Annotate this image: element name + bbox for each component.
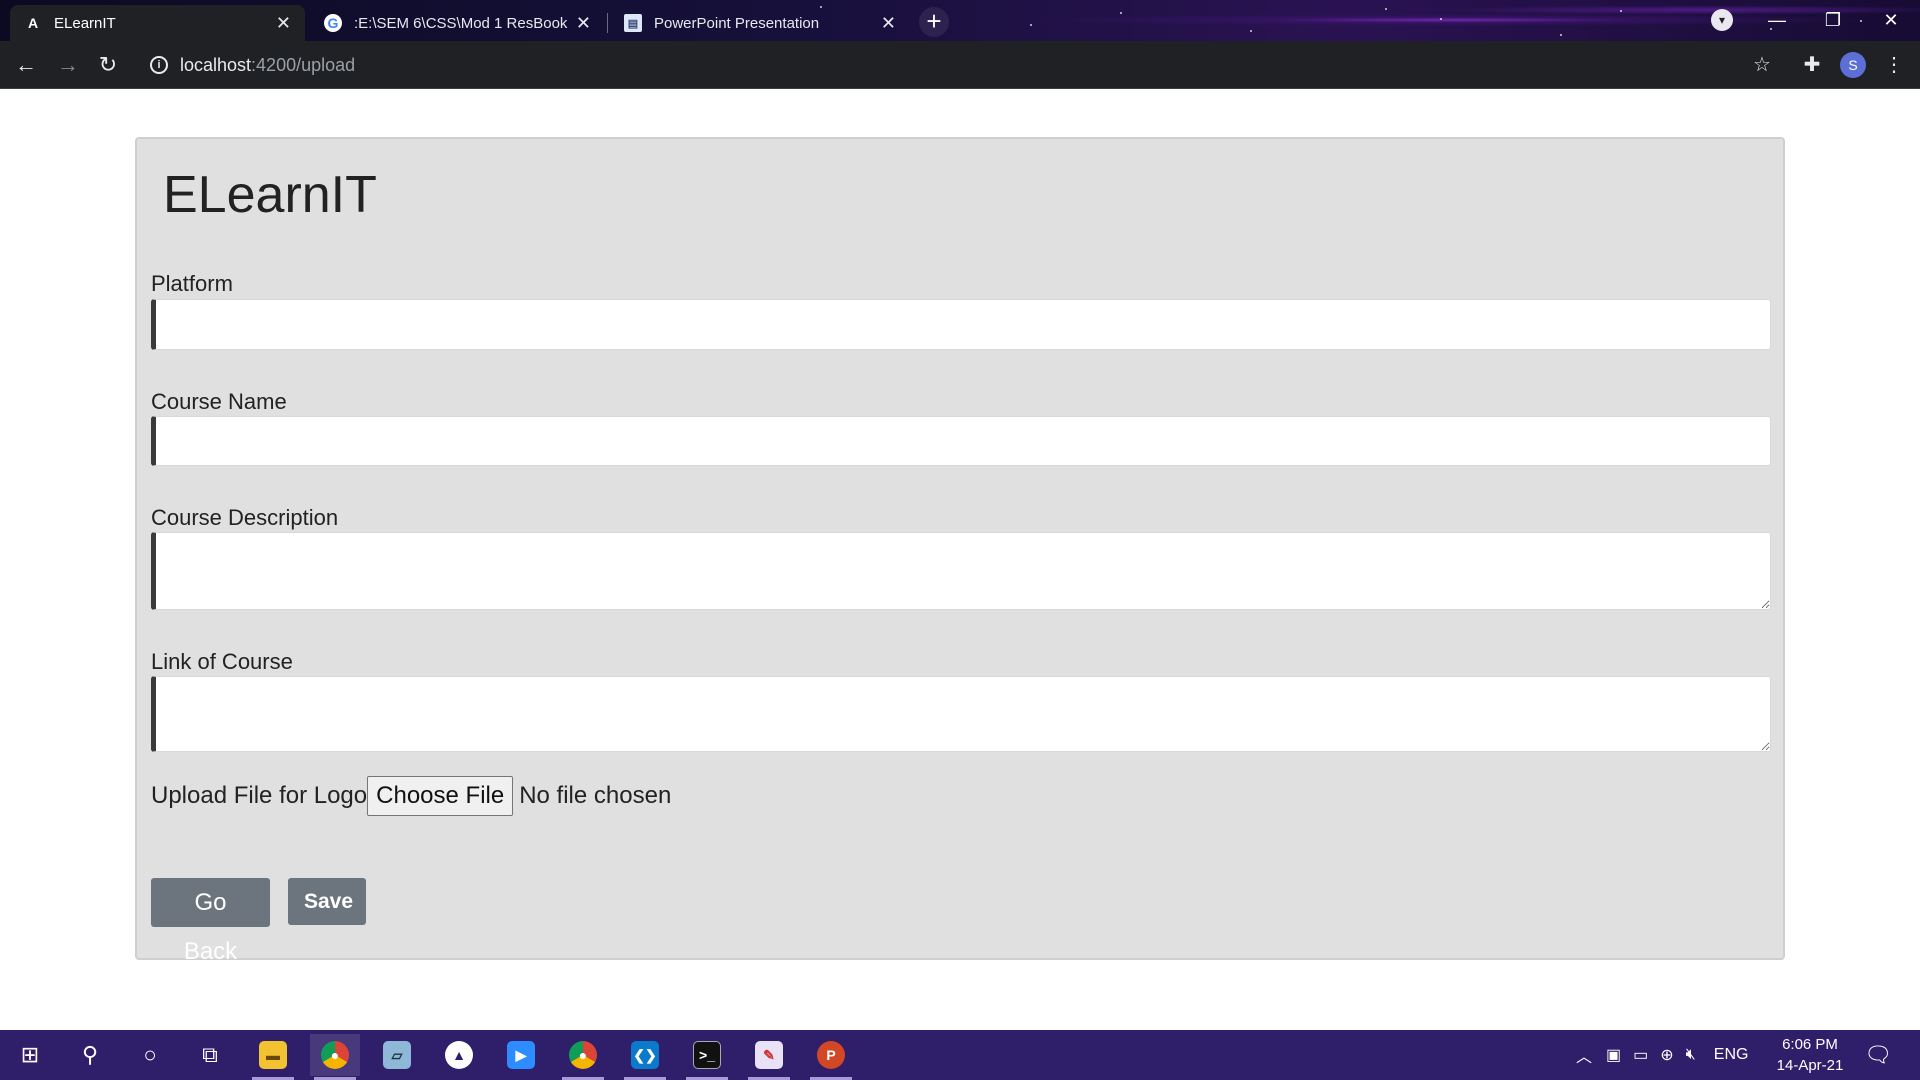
restore-icon[interactable]: ❐	[1818, 6, 1848, 34]
save-button[interactable]: Save	[288, 878, 366, 925]
close-icon[interactable]: ✕	[576, 13, 591, 34]
link-label: Link of Course	[151, 649, 293, 674]
tab-search-icon[interactable]: ▾	[1711, 9, 1733, 31]
chrome-icon[interactable]: ●	[310, 1034, 360, 1080]
photos-icon[interactable]: ▲	[434, 1034, 484, 1076]
tab-title: ELearnIT	[54, 14, 116, 32]
clock-time: 6:06 PM	[1782, 1036, 1838, 1053]
extensions-icon[interactable]: ✚	[1798, 51, 1826, 79]
go-back-button[interactable]: Go Back	[151, 878, 270, 965]
task-view-icon[interactable]: ⧉	[185, 1034, 235, 1076]
bookmark-star-icon[interactable]: ☆	[1748, 51, 1776, 79]
terminal-icon[interactable]: >_	[682, 1034, 732, 1080]
file-explorer-icon[interactable]: ▬	[248, 1034, 298, 1080]
tab-separator	[607, 13, 608, 33]
close-icon[interactable]: ✕	[881, 13, 896, 34]
search-icon[interactable]: ⚲	[65, 1034, 115, 1076]
paint-icon[interactable]: ✎	[744, 1034, 794, 1080]
reload-icon[interactable]: ↻	[94, 51, 122, 79]
tab-elearnit[interactable]: A ELearnIT ✕	[10, 5, 305, 41]
site-info-icon[interactable]: i	[150, 56, 168, 74]
menu-kebab-icon[interactable]: ⋮	[1880, 51, 1908, 79]
choose-file-button[interactable]: Choose File	[367, 776, 514, 816]
browser-tab-strip: A ELearnIT ✕ G :E:\SEM 6\CSS\Mod 1 ResBo…	[0, 0, 1920, 41]
notepad-icon[interactable]: ▱	[372, 1034, 422, 1076]
upload-label: Upload File for Logo	[151, 782, 368, 809]
document-icon: ▤	[624, 14, 642, 32]
chevron-up-icon[interactable]: ︿	[1576, 1043, 1592, 1067]
page-title: ELearnIT	[163, 166, 377, 224]
back-icon[interactable]: ←	[12, 51, 40, 79]
start-icon[interactable]: ⊞	[5, 1034, 55, 1076]
language-indicator[interactable]: ENG	[1714, 1046, 1749, 1064]
file-status-text: No file chosen	[519, 782, 672, 809]
platform-input[interactable]	[151, 299, 1771, 350]
chrome-icon[interactable]: ●	[558, 1034, 608, 1080]
forward-icon[interactable]: →	[54, 51, 82, 79]
tab-pdf[interactable]: G :E:\SEM 6\CSS\Mod 1 ResBook.pdf ✕	[310, 5, 605, 41]
meet-now-icon[interactable]: ▣	[1606, 1045, 1621, 1065]
browser-toolbar: ← → ↻ i localhost:4200/upload ☆ ✚ ⋮	[0, 41, 1920, 89]
url-host: localhost	[180, 54, 252, 75]
upload-row: Upload File for Logo Choose File No file…	[151, 776, 671, 816]
tab-title: :E:\SEM 6\CSS\Mod 1 ResBook.pdf	[354, 14, 568, 32]
system-tray: ︿ ▣ ▭ ⊕ 🔇︎ ENG	[1576, 1030, 1748, 1080]
close-window-icon[interactable]: ✕	[1876, 6, 1906, 34]
course-name-input[interactable]	[151, 416, 1771, 466]
profile-avatar[interactable]: S	[1840, 52, 1866, 78]
network-icon[interactable]: ⊕	[1660, 1045, 1673, 1065]
address-bar[interactable]: i localhost:4200/upload	[140, 47, 1730, 83]
close-icon[interactable]: ✕	[276, 13, 291, 34]
google-icon: G	[324, 14, 342, 32]
platform-label: Platform	[151, 271, 233, 296]
notifications-icon[interactable]: 🗨︎	[1864, 1030, 1892, 1080]
minimize-icon[interactable]: —	[1762, 6, 1792, 34]
taskbar-clock[interactable]: 6:06 PM 14-Apr-21	[1770, 1034, 1850, 1076]
new-tab-button[interactable]: +	[919, 7, 949, 37]
tab-title: PowerPoint Presentation	[654, 14, 820, 32]
battery-icon[interactable]: ▭	[1633, 1045, 1648, 1065]
url-path: :4200/upload	[251, 54, 356, 75]
course-description-textarea[interactable]	[151, 532, 1771, 610]
course-link-textarea[interactable]	[151, 676, 1771, 752]
upload-form-card: ELearnIT Platform Course Name Course Des…	[135, 137, 1785, 965]
clock-date: 14-Apr-21	[1776, 1057, 1844, 1074]
course-description-label: Course Description	[151, 505, 339, 530]
page-content: ELearnIT Platform Course Name Course Des…	[0, 89, 1920, 1030]
cortana-icon[interactable]: ○	[125, 1034, 175, 1076]
powerpoint-icon[interactable]: P	[806, 1034, 856, 1080]
vscode-icon[interactable]: ❮❯	[620, 1034, 670, 1080]
tab-powerpoint[interactable]: ▤ PowerPoint Presentation ✕	[610, 5, 910, 41]
zoom-icon[interactable]: ▶	[496, 1034, 546, 1076]
angular-icon: A	[27, 15, 39, 31]
course-name-label: Course Name	[151, 389, 287, 414]
volume-muted-icon[interactable]: 🔇︎	[1686, 1046, 1696, 1064]
